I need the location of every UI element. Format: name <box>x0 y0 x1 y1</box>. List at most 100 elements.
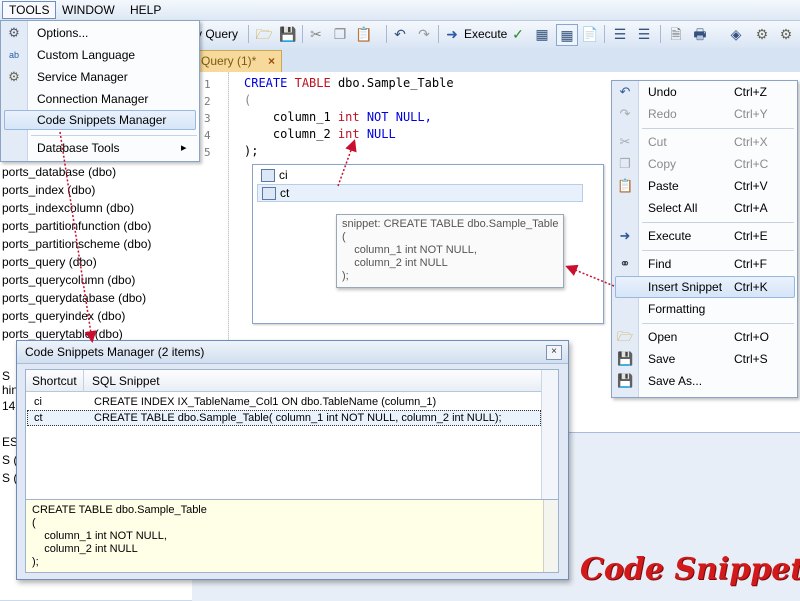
ctx-item-execute[interactable]: Execute <box>648 225 691 247</box>
ctx-item-formatting[interactable]: Formatting <box>648 298 705 320</box>
ctx-shortcut: Ctrl+S <box>734 352 768 366</box>
vertical-scrollbar[interactable] <box>543 500 558 572</box>
preview-line: ); <box>32 556 39 568</box>
ctx-shortcut: Ctrl+F <box>734 257 767 271</box>
tab-label: Query (1)* <box>201 54 257 68</box>
options-gear-icon[interactable]: ⚙ <box>776 24 796 44</box>
results-grid-icon[interactable]: ▦ <box>532 24 552 44</box>
menu-separator <box>642 222 794 223</box>
ctx-item-undo[interactable]: Undo <box>648 81 677 103</box>
code-line-2: ( <box>244 93 252 107</box>
tree-item[interactable]: ports_indexcolumn (dbo) <box>2 199 134 217</box>
ctx-item-save-as[interactable]: Save As... <box>648 370 702 392</box>
menu-tools[interactable]: TOOLS <box>2 1 57 19</box>
settings-gear-icon[interactable]: ⚙ <box>752 24 772 44</box>
indent-icon[interactable]: ☰ <box>610 24 630 44</box>
dialog-titlebar[interactable]: Code Snippets Manager (2 items) × <box>17 341 568 364</box>
autocomplete-item-selected[interactable]: ct <box>257 184 583 202</box>
dialog-title: Code Snippets Manager (2 items) <box>25 345 205 359</box>
open-folder-icon: 🗁 <box>617 329 634 344</box>
code-text: column_1 <box>244 110 338 124</box>
menu-item-options[interactable]: Options... <box>37 23 88 43</box>
save-icon[interactable]: 💾 <box>278 24 298 44</box>
ctx-item-paste[interactable]: Paste <box>648 175 679 197</box>
tree-item[interactable]: ports_index (dbo) <box>2 181 95 199</box>
ctx-item-open[interactable]: Open <box>648 326 677 348</box>
ctx-shortcut: Ctrl+K <box>734 280 768 294</box>
column-header-shortcut[interactable]: Shortcut <box>26 370 84 392</box>
ctx-shortcut: Ctrl+V <box>734 179 768 193</box>
tree-item[interactable]: ports_querydatabase (dbo) <box>2 289 146 307</box>
tree-item[interactable]: ports_database (dbo) <box>2 163 116 181</box>
menu-help[interactable]: HELP <box>124 2 167 18</box>
autocomplete-item[interactable]: ci <box>257 167 581 183</box>
save-as-icon: 💾 <box>617 373 634 388</box>
line-number: 3 <box>204 112 211 125</box>
tab-query-1[interactable]: Query (1)* × <box>192 50 282 72</box>
code-text: column_2 <box>244 127 338 141</box>
results-file-icon[interactable]: 📄 <box>580 24 600 44</box>
grid-cell-shortcut[interactable]: ci <box>34 394 42 410</box>
ctx-item-save[interactable]: Save <box>648 348 675 370</box>
ctx-item-select-all[interactable]: Select All <box>648 197 697 219</box>
execute-icon[interactable]: ➜ <box>442 24 462 44</box>
tab-close-icon[interactable]: × <box>268 51 275 71</box>
export-icon[interactable]: 🗎 <box>666 24 686 44</box>
grid-cell-snippet[interactable]: CREATE INDEX IX_TableName_Col1 ON dbo.Ta… <box>94 394 436 410</box>
cut-icon[interactable]: ✂ <box>306 24 326 44</box>
code-line-4: column_2 int NULL <box>244 126 396 143</box>
tree-item[interactable]: ports_partitionfunction (dbo) <box>2 217 151 235</box>
code-snippets-banner: Code Snippets <box>580 552 800 587</box>
menu-item-custom-language[interactable]: Custom Language <box>37 45 135 65</box>
snippet-tooltip: snippet: CREATE TABLE dbo.Sample_Table (… <box>336 214 564 288</box>
close-icon[interactable]: × <box>546 345 562 360</box>
line-number: 1 <box>204 78 211 91</box>
menu-window[interactable]: WINDOW <box>56 2 121 18</box>
undo-icon[interactable]: ↶ <box>390 24 410 44</box>
check-icon[interactable]: ✓ <box>508 24 528 44</box>
grid-cell-shortcut[interactable]: ct <box>34 410 43 426</box>
new-query-button[interactable]: v Query <box>196 24 238 44</box>
snippet-preview[interactable]: CREATE TABLE dbo.Sample_Table ( column_1… <box>25 499 559 573</box>
ctx-item-cut[interactable]: Cut <box>648 131 667 153</box>
toolbar-separator <box>438 25 439 43</box>
ctx-item-find[interactable]: Find <box>648 253 671 275</box>
preview-line: CREATE TABLE dbo.Sample_Table <box>32 504 207 516</box>
connect-icon[interactable]: ◈ <box>726 24 746 44</box>
tooltip-line: column_2 int NULL <box>342 257 448 269</box>
menu-item-database-tools[interactable]: Database Tools <box>37 138 120 158</box>
results-text-icon[interactable]: ▦ <box>556 24 578 46</box>
ctx-shortcut: Ctrl+Z <box>734 85 767 99</box>
line-number: 2 <box>204 95 211 108</box>
code-line-5: ); <box>244 144 259 158</box>
redo-icon[interactable]: ↷ <box>414 24 434 44</box>
print-icon[interactable]: 🖶 <box>690 24 710 44</box>
outdent-icon[interactable]: ☰ <box>634 24 654 44</box>
menu-item-connection-manager[interactable]: Connection Manager <box>37 89 148 109</box>
tree-item[interactable]: ports_query (dbo) <box>2 253 97 271</box>
document-tab-bar: Query (1)* × <box>192 48 800 73</box>
tree-item[interactable]: ports_querycolumn (dbo) <box>2 271 135 289</box>
menu-item-code-snippets-manager[interactable]: Code Snippets Manager <box>37 110 166 130</box>
keyword-create: CREATE <box>244 76 288 90</box>
type-int: int <box>337 127 360 141</box>
ctx-shortcut: Ctrl+O <box>734 330 770 344</box>
open-folder-icon[interactable]: 🗁 <box>254 24 274 44</box>
code-text: NOT NULL, <box>359 110 432 124</box>
execute-button[interactable]: Execute <box>464 24 507 44</box>
ctx-item-insert-snippet[interactable]: Insert Snippet <box>648 276 722 298</box>
tree-item[interactable]: ports_partitionscheme (dbo) <box>2 235 151 253</box>
menu-item-service-manager[interactable]: Service Manager <box>37 67 128 87</box>
tools-menu-dropdown: ⚙ Options... a​b Custom Language ⚙ Servi… <box>0 20 200 162</box>
column-header-sql-snippet[interactable]: SQL Snippet <box>84 370 542 392</box>
grid-cell-snippet[interactable]: CREATE TABLE dbo.Sample_Table( column_1 … <box>94 410 502 426</box>
ctx-item-redo[interactable]: Redo <box>648 103 677 125</box>
copy-icon[interactable]: ❐ <box>330 24 350 44</box>
snippet-icon <box>262 187 276 200</box>
ctx-shortcut: Ctrl+E <box>734 229 768 243</box>
toolbar-separator <box>302 25 303 43</box>
tree-item[interactable]: ports_queryindex (dbo) <box>2 307 125 325</box>
paste-icon[interactable]: 📋 <box>354 24 374 44</box>
ctx-item-copy[interactable]: Copy <box>648 153 676 175</box>
cut-icon: ✂ <box>619 134 631 149</box>
